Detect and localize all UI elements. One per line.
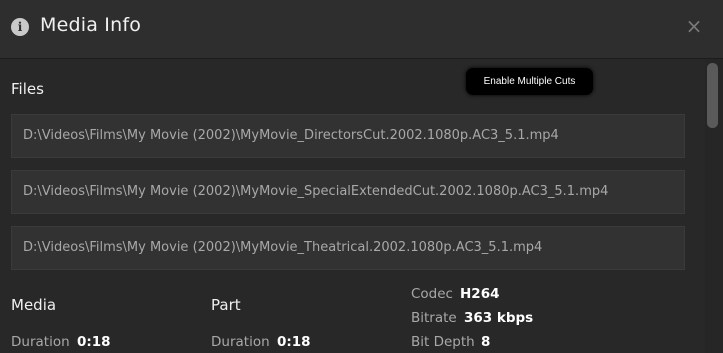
bitrate-label: Bitrate xyxy=(411,310,457,326)
media-heading: Media xyxy=(11,296,57,314)
media-duration-label: Duration xyxy=(11,334,70,350)
bitrate-value: 363 kbps xyxy=(464,310,534,326)
part-duration-value: 0:18 xyxy=(277,334,311,350)
files-heading: Files xyxy=(11,80,44,98)
modal-title: Media Info xyxy=(40,14,142,36)
modal-header: i Media Info × xyxy=(0,0,723,59)
codec-label: Codec xyxy=(411,286,453,302)
scrollbar-thumb[interactable] xyxy=(707,63,718,128)
info-icon: i xyxy=(11,18,29,36)
file-path-row[interactable]: D:\Videos\Films\My Movie (2002)\MyMovie_… xyxy=(11,226,685,270)
file-path-row[interactable]: D:\Videos\Films\My Movie (2002)\MyMovie_… xyxy=(11,114,685,158)
enable-multiple-cuts-tooltip: Enable Multiple Cuts xyxy=(466,68,593,95)
media-duration-value: 0:18 xyxy=(77,334,111,350)
close-icon[interactable]: × xyxy=(684,14,704,38)
part-duration-label: Duration xyxy=(211,334,270,350)
file-path-row[interactable]: D:\Videos\Films\My Movie (2002)\MyMovie_… xyxy=(11,170,685,214)
codec-value: H264 xyxy=(460,286,500,302)
bitdepth-value: 8 xyxy=(481,334,491,350)
bitdepth-label: Bit Depth xyxy=(411,334,475,350)
part-heading: Part xyxy=(211,296,241,314)
